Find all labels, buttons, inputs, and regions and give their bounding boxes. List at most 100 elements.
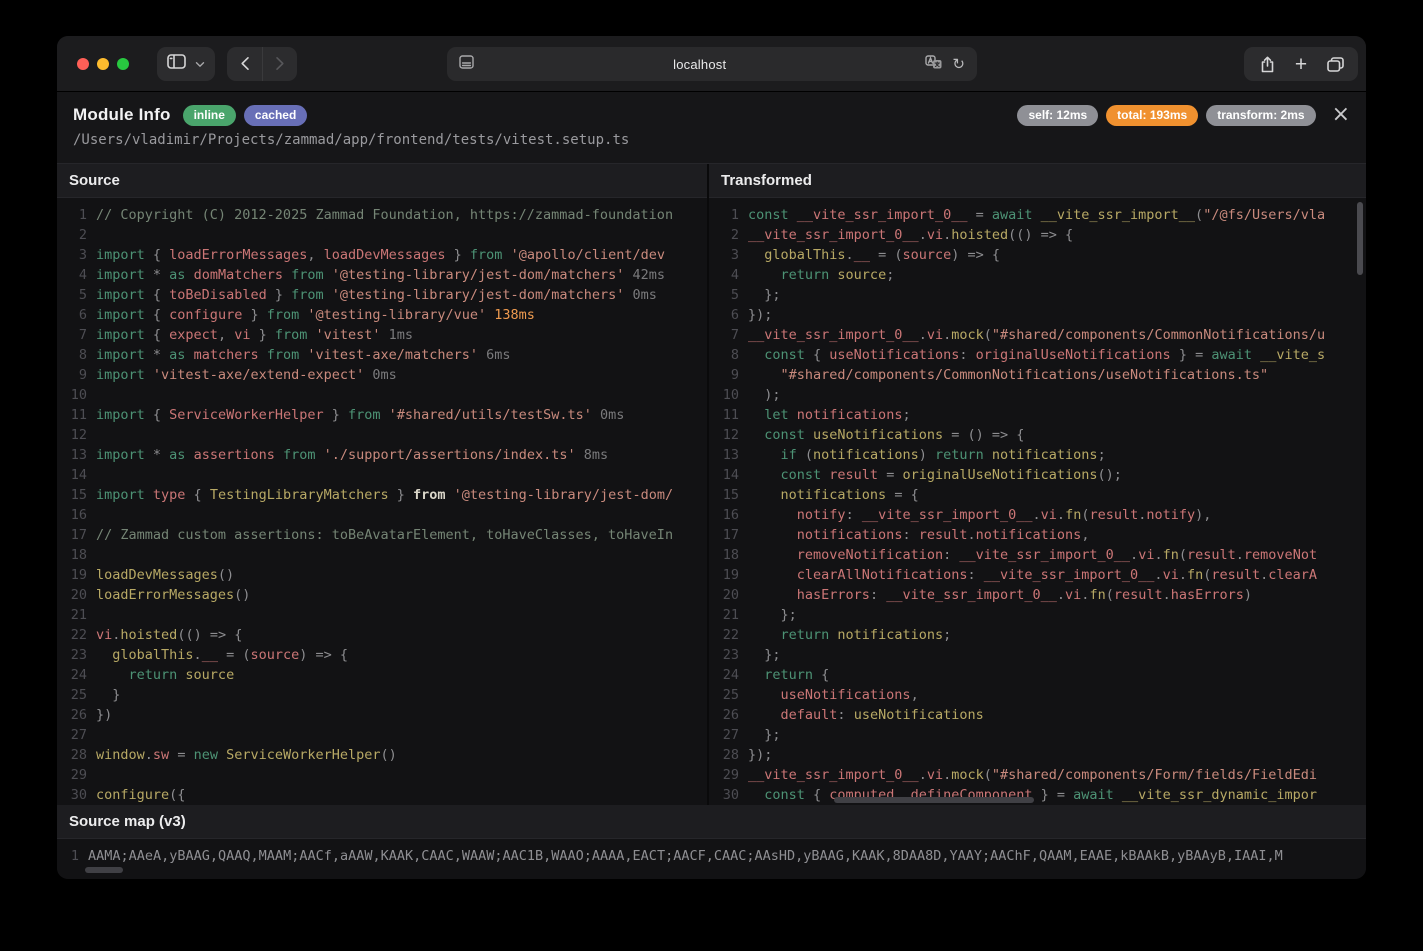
code-line: 23 globalThis.__ = (source) => {	[57, 645, 707, 665]
code-line: 13 if (notifications) return notificatio…	[709, 445, 1366, 465]
reload-icon[interactable]: ↻	[952, 55, 965, 73]
code-line: 27 };	[709, 725, 1366, 745]
sourcemap-section: Source map (v3) 1 AAMA;AAeA,yBAAG,QAAQ,M…	[57, 805, 1366, 879]
code-line: 10	[57, 385, 707, 405]
code-line: 19 clearAllNotifications: __vite_ssr_imp…	[709, 565, 1366, 585]
nav-buttons	[227, 47, 297, 81]
page-settings-icon[interactable]	[459, 55, 474, 74]
code-line: 5import { toBeDisabled } from '@testing-…	[57, 285, 707, 305]
code-line: 10 );	[709, 385, 1366, 405]
code-line: 4import * as domMatchers from '@testing-…	[57, 265, 707, 285]
code-line: 19loadDevMessages()	[57, 565, 707, 585]
code-line: 9 "#shared/components/CommonNotification…	[709, 365, 1366, 385]
code-line: 17 notifications: result.notifications,	[709, 525, 1366, 545]
sidebar-icon	[167, 54, 186, 74]
code-line: 8import * as matchers from 'vitest-axe/m…	[57, 345, 707, 365]
module-file-path: /Users/vladimir/Projects/zammad/app/fron…	[73, 132, 1350, 148]
code-line: 17// Zammad custom assertions: toBeAvata…	[57, 525, 707, 545]
code-line: 25 useNotifications,	[709, 685, 1366, 705]
address-bar[interactable]: localhost ↻	[447, 47, 977, 81]
code-line: 30 const { computed, defineComponent } =…	[709, 785, 1366, 805]
code-line: 9import 'vitest-axe/extend-expect' 0ms	[57, 365, 707, 385]
code-line: 14	[57, 465, 707, 485]
vertical-scrollbar-thumb[interactable]	[1357, 202, 1363, 275]
forward-button[interactable]	[262, 47, 297, 81]
module-badge: cached	[244, 105, 307, 126]
code-line: 24 return source	[57, 665, 707, 685]
timing-pill: transform: 2ms	[1206, 105, 1315, 126]
code-line: 20loadErrorMessages()	[57, 585, 707, 605]
url-text: localhost	[474, 57, 925, 72]
browser-toolbar: localhost ↻ +	[57, 36, 1366, 92]
page-title: Module Info	[73, 105, 171, 125]
module-info-header: Module Info inlinecached self: 12ms total…	[57, 92, 1366, 164]
browser-window: localhost ↻ + Module Info inlinecached s…	[57, 36, 1366, 879]
minimize-window-button[interactable]	[97, 58, 109, 70]
code-line: 30configure({	[57, 785, 707, 805]
code-line: 22vi.hoisted(() => {	[57, 625, 707, 645]
module-badges: inlinecached	[183, 105, 308, 126]
code-line: 6});	[709, 305, 1366, 325]
code-line: 24 return {	[709, 665, 1366, 685]
code-line: 5 };	[709, 285, 1366, 305]
share-button[interactable]	[1250, 47, 1284, 81]
source-code-view[interactable]: 1// Copyright (C) 2012-2025 Zammad Found…	[57, 198, 707, 805]
sourcemap-mappings: AAMA;AAeA,yBAAG,QAAQ,MAAM;AACf,aAAW,KAAK…	[88, 846, 1283, 879]
timing-metrics: self: 12ms total: 193ms transform: 2ms	[1017, 105, 1315, 126]
sourcemap-line-number: 1	[57, 846, 79, 879]
timing-pill: total: 193ms	[1106, 105, 1198, 126]
sourcemap-scrollbar-thumb[interactable]	[85, 867, 123, 873]
transformed-panel: Transformed 1const __vite_ssr_import_0__…	[707, 164, 1366, 805]
code-line: 21	[57, 605, 707, 625]
code-line: 26 default: useNotifications	[709, 705, 1366, 725]
code-line: 4 return source;	[709, 265, 1366, 285]
timing-pill: self: 12ms	[1017, 105, 1098, 126]
code-line: 1const __vite_ssr_import_0__ = await __v…	[709, 205, 1366, 225]
toolbar-right-buttons: +	[1244, 47, 1358, 81]
code-line: 8 const { useNotifications: originalUseN…	[709, 345, 1366, 365]
sourcemap-line: 1 AAMA;AAeA,yBAAG,QAAQ,MAAM;AACf,aAAW,KA…	[57, 839, 1366, 879]
code-line: 11 let notifications;	[709, 405, 1366, 425]
code-line: 3 globalThis.__ = (source) => {	[709, 245, 1366, 265]
code-line: 1// Copyright (C) 2012-2025 Zammad Found…	[57, 205, 707, 225]
code-line: 13import * as assertions from './support…	[57, 445, 707, 465]
code-panels: Source 1// Copyright (C) 2012-2025 Zamma…	[57, 164, 1366, 805]
sidebar-toggle-button[interactable]	[157, 47, 215, 81]
code-line: 12 const useNotifications = () => {	[709, 425, 1366, 445]
code-line: 29	[57, 765, 707, 785]
code-line: 26})	[57, 705, 707, 725]
code-line: 25 }	[57, 685, 707, 705]
new-tab-button[interactable]: +	[1284, 47, 1318, 81]
code-line: 15 notifications = {	[709, 485, 1366, 505]
code-line: 12	[57, 425, 707, 445]
zoom-window-button[interactable]	[117, 58, 129, 70]
tab-overview-button[interactable]	[1318, 47, 1352, 81]
code-line: 29__vite_ssr_import_0__.vi.mock("#shared…	[709, 765, 1366, 785]
code-line: 23 };	[709, 645, 1366, 665]
close-icon[interactable]: ×	[1332, 104, 1350, 126]
code-line: 15import type { TestingLibraryMatchers }…	[57, 485, 707, 505]
code-line: 28window.sw = new ServiceWorkerHelper()	[57, 745, 707, 765]
code-line: 18	[57, 545, 707, 565]
chevron-down-icon	[195, 55, 205, 73]
back-button[interactable]	[227, 47, 262, 81]
source-panel-title: Source	[57, 164, 707, 198]
code-line: 21 };	[709, 605, 1366, 625]
code-line: 2__vite_ssr_import_0__.vi.hoisted(() => …	[709, 225, 1366, 245]
code-line: 2	[57, 225, 707, 245]
code-line: 16	[57, 505, 707, 525]
code-line: 22 return notifications;	[709, 625, 1366, 645]
close-window-button[interactable]	[77, 58, 89, 70]
traffic-lights	[77, 58, 129, 70]
horizontal-scrollbar-thumb[interactable]	[834, 797, 1034, 803]
transformed-panel-title: Transformed	[709, 164, 1366, 198]
code-line: 16 notify: __vite_ssr_import_0__.vi.fn(r…	[709, 505, 1366, 525]
code-line: 27	[57, 725, 707, 745]
code-line: 28});	[709, 745, 1366, 765]
code-line: 7__vite_ssr_import_0__.vi.mock("#shared/…	[709, 325, 1366, 345]
source-panel: Source 1// Copyright (C) 2012-2025 Zamma…	[57, 164, 707, 805]
code-line: 6import { configure } from '@testing-lib…	[57, 305, 707, 325]
transformed-code-view[interactable]: 1const __vite_ssr_import_0__ = await __v…	[709, 198, 1366, 805]
translate-icon[interactable]	[925, 55, 942, 74]
code-line: 20 hasErrors: __vite_ssr_import_0__.vi.f…	[709, 585, 1366, 605]
